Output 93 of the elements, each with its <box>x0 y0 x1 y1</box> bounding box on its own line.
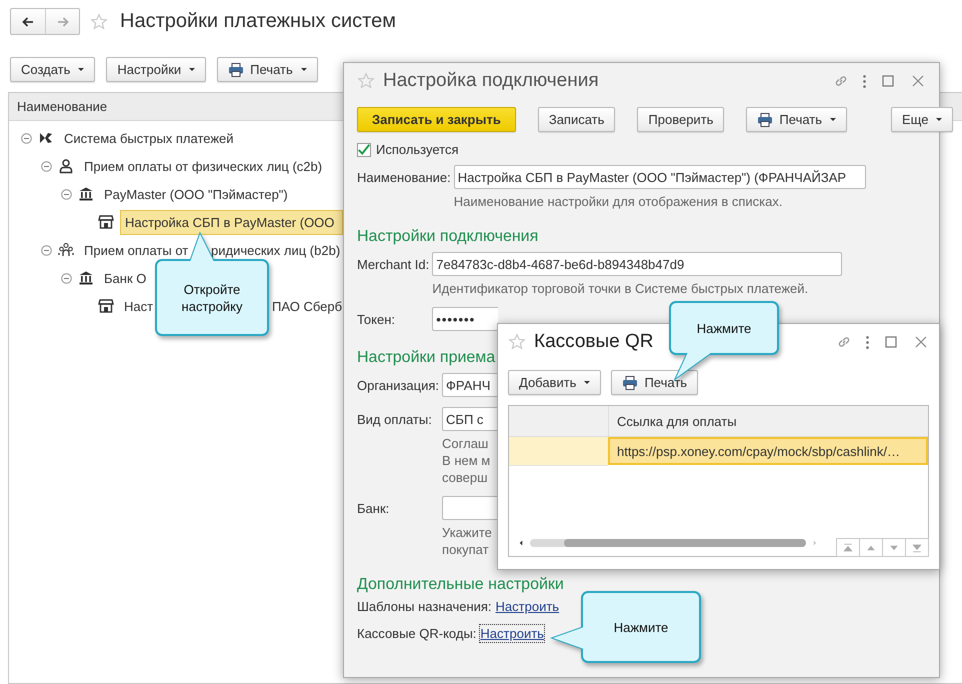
field-label: Наименование: <box>357 170 451 184</box>
bank-icon <box>78 270 94 286</box>
toolbar-button[interactable]: Записать <box>538 107 616 132</box>
column-header: Ссылка для оплаты <box>608 406 928 437</box>
input-field[interactable]: 7e84783c-d8b4-4687-be6d-b894348b47d9 <box>432 252 842 276</box>
tree-item[interactable]: Система быстрых платежей <box>60 128 238 148</box>
table-cell[interactable]: https://psp.xoney.com/cpay/mock/sbp/cashlink/… <box>608 437 928 465</box>
section-heading: Настройки приема <box>357 348 496 368</box>
menu-button[interactable]: Настройки <box>106 57 206 82</box>
tree-item[interactable]: PayMaster (ООО "Пэймастер") <box>100 184 292 204</box>
person-icon <box>58 158 74 174</box>
field-hint: Идентификатор торговой точки в Системе быстрых платежей. <box>432 280 808 297</box>
caret-icon <box>936 118 942 121</box>
star-icon <box>357 72 375 90</box>
bank-icon <box>78 186 94 202</box>
print-button[interactable]: Печать <box>611 370 698 395</box>
scrollbar[interactable] <box>530 539 806 547</box>
input-field[interactable]: ••••••• <box>432 307 498 331</box>
printer-icon <box>228 62 244 78</box>
down-button[interactable] <box>882 538 906 557</box>
field-label: Merchant Id: <box>357 256 430 272</box>
field-label: Вид оплаты: <box>357 412 433 426</box>
toolbar-button[interactable]: Проверить <box>637 107 724 132</box>
callout-text: Откройте настройку <box>180 280 244 314</box>
section-heading: Настройки подключения <box>357 227 538 247</box>
configure-link[interactable]: Настроить <box>480 625 544 642</box>
sbp-logo-icon <box>38 130 54 146</box>
caret-icon <box>189 68 196 71</box>
input-field[interactable] <box>442 496 498 520</box>
table-cell[interactable] <box>509 437 608 466</box>
store-icon <box>98 298 114 314</box>
printer-icon <box>622 374 638 390</box>
collapse-icon[interactable] <box>61 188 72 200</box>
tree-item[interactable]: Прием оплаты от <box>80 240 192 260</box>
input-field[interactable]: ФРАНЧ <box>442 373 498 397</box>
tree-item-text: ридических лиц (b2b) <box>210 242 342 260</box>
scroll-left-icon <box>517 538 525 548</box>
last-row-button[interactable] <box>905 538 929 557</box>
collapse-icon[interactable] <box>61 272 72 284</box>
tree-item-text: ПАО Сберб <box>271 298 344 316</box>
field-label: Организация: <box>357 378 440 392</box>
close-icon <box>910 73 926 89</box>
menu-button[interactable]: Добавить <box>508 370 602 395</box>
menu-button[interactable]: Создать <box>10 57 96 82</box>
checkbox[interactable] <box>357 142 371 156</box>
store-icon <box>98 214 114 230</box>
callout-text: Нажмите <box>614 618 668 636</box>
window-title: Кассовые QR <box>534 331 655 353</box>
print-button[interactable]: Печать <box>746 107 848 132</box>
field-hint: Укажите покупат <box>442 524 492 558</box>
first-row-button[interactable] <box>836 538 860 557</box>
tree-item[interactable]: Настройка СБП в PayMaster (ООО <box>120 210 343 234</box>
star-icon <box>90 12 108 30</box>
tree-item[interactable]: Прием оплаты от физических лиц (c2b) <box>80 156 326 176</box>
input-field[interactable]: СБП с <box>442 407 498 431</box>
maximize-icon <box>880 73 896 89</box>
field-hint: Соглаш В нем м соверш <box>442 435 490 486</box>
more-menu-button[interactable]: Еще <box>891 107 954 132</box>
section-heading: Дополнительные настройки <box>357 575 564 595</box>
window-title: Настройка подключения <box>383 70 600 92</box>
check-icon <box>357 142 371 156</box>
callout-text: Нажмите <box>696 320 752 336</box>
more-icon <box>866 336 869 348</box>
more-icon <box>863 74 866 88</box>
caret-icon <box>78 68 84 71</box>
top-icon <box>841 542 855 554</box>
collapse-icon[interactable] <box>41 160 52 172</box>
caret-icon <box>830 118 836 121</box>
save-and-close-button[interactable]: Записать и закрыть <box>357 107 516 132</box>
maximize-icon <box>883 334 899 350</box>
checkbox-label: Используется <box>376 142 459 157</box>
field-label: Кассовые QR-коды: <box>357 625 476 642</box>
print-button[interactable]: Печать <box>217 57 318 82</box>
printer-icon <box>757 112 774 128</box>
field-label: Банк: <box>357 500 390 516</box>
tree-item[interactable]: Банк О <box>100 268 150 288</box>
up-button[interactable] <box>859 538 883 557</box>
people-icon <box>58 242 74 258</box>
bottom-icon <box>910 542 924 554</box>
scroll-right-icon <box>811 538 819 548</box>
field-label: Токен: <box>357 312 396 326</box>
caret-icon <box>300 68 307 71</box>
field-label: Шаблоны назначения: <box>357 598 492 615</box>
input-field[interactable]: Настройка СБП в PayMaster (ООО "Пэймастер") (ФРАНЧАЙЗАР <box>454 165 866 189</box>
caret-icon <box>584 381 590 384</box>
collapse-icon[interactable] <box>21 132 32 144</box>
close-icon <box>913 334 929 350</box>
page-title: Настройки платежных систем <box>120 10 396 33</box>
star-icon <box>508 333 526 351</box>
field-hint: Наименование настройки для отображения в списках. <box>454 193 782 210</box>
tree-item[interactable]: Наст <box>120 296 158 316</box>
configure-link[interactable]: Настроить <box>496 598 560 615</box>
collapse-icon[interactable] <box>41 244 52 256</box>
